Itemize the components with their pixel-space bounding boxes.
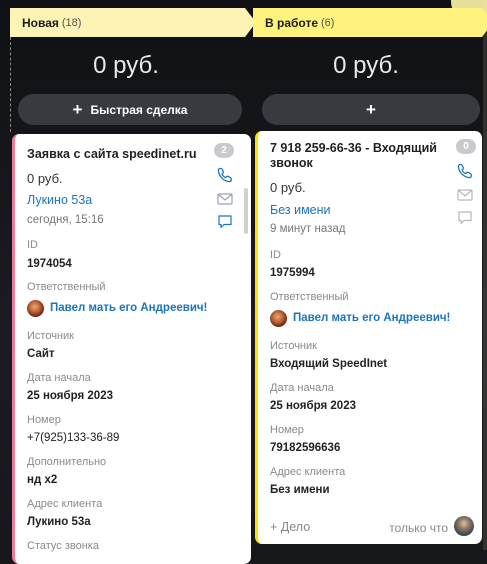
quick-add-button[interactable]: +: [262, 94, 480, 125]
column-scrollbar[interactable]: [244, 188, 248, 234]
card-footer: + Дело только что: [258, 514, 482, 544]
field-label-responsible: Ответственный: [270, 291, 349, 303]
deal-title[interactable]: 7 918 259-66-36 - Входящий звонок: [270, 141, 450, 171]
phone-icon[interactable]: [457, 163, 473, 179]
column-header-in-progress[interactable]: В работе (6): [253, 8, 487, 37]
field-label-address: Адрес клиента: [270, 466, 346, 478]
responsible-user-link[interactable]: Павел мать его Андреевич!: [293, 312, 450, 324]
quick-deal-label: Быстрая сделка: [90, 102, 188, 117]
deal-price: 0 руб.: [270, 180, 306, 195]
add-task-button[interactable]: + Дело: [270, 520, 310, 534]
column-count: (18): [61, 16, 82, 29]
pipeline-column-new: Новая (18) 0 руб. + Быстрая сделка Заявк…: [10, 0, 256, 564]
field-value-address: Лукино 53а: [27, 516, 91, 528]
field-label-source: Источник: [270, 340, 317, 352]
pipeline-column-in-progress: В работе (6) 0 руб. + 7 918 259-66-36 - …: [253, 0, 487, 550]
field-label-start-date: Дата начала: [270, 382, 334, 394]
plus-icon: +: [366, 99, 376, 119]
avatar: [27, 300, 44, 317]
field-value-source: Сайт: [27, 348, 55, 360]
column-sum: 0 руб.: [93, 52, 159, 79]
responsible-user-link[interactable]: Павел мать его Андреевич!: [50, 302, 207, 314]
field-label-number: Номер: [27, 414, 61, 426]
field-label-extra: Дополнительно: [27, 456, 107, 468]
column-header-new[interactable]: Новая (18): [10, 8, 256, 37]
field-label-source: Источник: [27, 330, 74, 342]
field-label-responsible: Ответственный: [27, 281, 106, 293]
field-label-start-date: Дата начала: [27, 372, 91, 384]
notes-badge: 0: [456, 139, 476, 154]
field-value-source: Входящий SpeedInet: [270, 358, 388, 370]
field-value-start-date: 25 ноября 2023: [27, 390, 113, 402]
column-title: Новая: [22, 15, 59, 30]
field-value-number: 79182596636: [270, 442, 341, 454]
avatar: [454, 516, 474, 536]
field-label-address: Адрес клиента: [27, 498, 103, 510]
field-value-id: 1975994: [270, 267, 315, 279]
field-value-start-date: 25 ноября 2023: [270, 400, 356, 412]
deal-date: сегодня, 15:16: [27, 214, 104, 226]
column-sum: 0 руб.: [333, 52, 399, 79]
field-label-id: ID: [270, 249, 281, 261]
mail-icon[interactable]: [457, 188, 473, 202]
quick-deal-button[interactable]: + Быстрая сделка: [18, 94, 242, 125]
notes-badge: 2: [214, 143, 234, 158]
avatar: [270, 310, 287, 327]
field-value-id: 1974054: [27, 258, 72, 270]
plus-icon: +: [72, 99, 83, 119]
phone-icon[interactable]: [217, 167, 233, 183]
field-value-address: Без имени: [270, 484, 330, 496]
deal-title[interactable]: Заявка с сайта speedinet.ru: [27, 147, 207, 162]
deal-price: 0 руб.: [27, 171, 63, 186]
mail-icon[interactable]: [217, 192, 233, 206]
chat-icon[interactable]: [217, 214, 233, 230]
column-count: (6): [321, 16, 335, 29]
next-column-edge: [483, 0, 487, 550]
contact-link[interactable]: Лукино 53а: [27, 193, 92, 207]
last-activity-time: только что: [389, 521, 448, 535]
contact-link[interactable]: Без имени: [270, 203, 331, 217]
column-title: В работе: [265, 15, 318, 30]
deal-card[interactable]: Заявка с сайта speedinet.ru 2 0 руб. Лук…: [12, 134, 251, 564]
deal-card[interactable]: 7 918 259-66-36 - Входящий звонок 0 0 ру…: [255, 131, 482, 544]
field-value-number: +7(925)133-36-89: [27, 432, 120, 444]
field-label-id: ID: [27, 239, 38, 251]
chat-icon[interactable]: [457, 210, 473, 226]
deal-date: 9 минут назад: [270, 223, 346, 235]
field-value-extra: нд х2: [27, 474, 58, 486]
field-label-call-status: Статус звонка: [27, 540, 99, 552]
field-label-number: Номер: [270, 424, 304, 436]
